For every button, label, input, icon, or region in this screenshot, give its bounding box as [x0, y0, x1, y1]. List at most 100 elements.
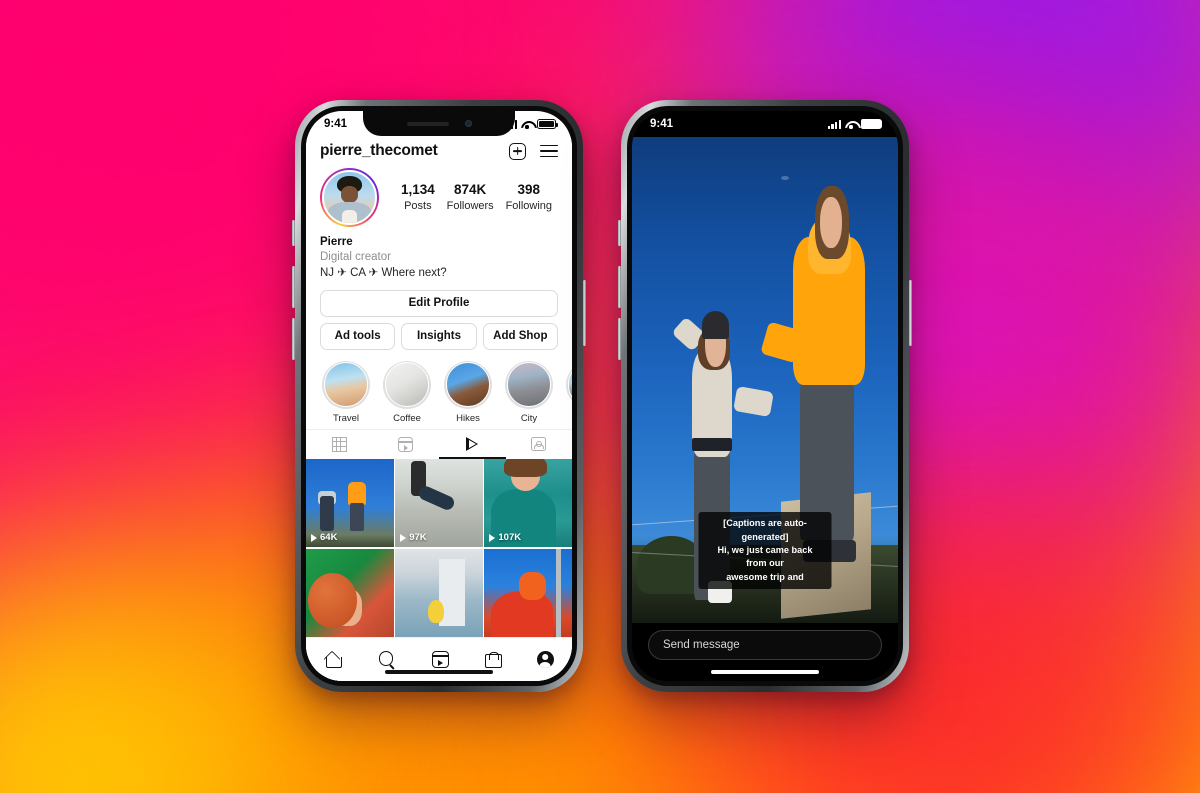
avatar[interactable] — [322, 170, 377, 225]
highlight-city[interactable]: City — [505, 360, 553, 424]
highlight-label: Pla — [566, 413, 572, 424]
profile-header: pierre_thecomet — [306, 137, 572, 168]
send-message-input[interactable]: Send message — [647, 630, 883, 660]
home-indicator[interactable] — [711, 670, 819, 674]
ad-tools-button[interactable]: Ad tools — [320, 322, 396, 350]
tagged-person-icon — [531, 437, 547, 452]
tab-igtv[interactable] — [439, 430, 506, 459]
status-time: 9:41 — [324, 118, 348, 130]
highlight-label: Coffee — [393, 412, 421, 424]
bottom-navigation-bar — [306, 637, 572, 681]
profile-action-buttons: Edit Profile Ad tools Insights Add Shop — [306, 281, 572, 350]
home-indicator[interactable] — [385, 670, 493, 674]
phone-a-volume-up-button[interactable] — [292, 266, 295, 308]
status-time: 9:41 — [650, 118, 674, 130]
grid-post[interactable]: 107K — [484, 458, 572, 548]
grid-post[interactable]: 64K — [306, 458, 394, 548]
highlight-label: Travel — [332, 412, 360, 424]
stat-followers[interactable]: 874K Followers — [447, 182, 494, 213]
plus-square-icon[interactable] — [509, 142, 526, 160]
profile-post-grid: 64K 97K 107K — [306, 458, 572, 637]
post-view-count: 97K — [409, 532, 427, 544]
bio-display-name: Pierre — [320, 236, 353, 248]
post-view-count-wrap: 107K — [489, 532, 521, 543]
grid-post[interactable] — [306, 548, 394, 637]
home-icon[interactable] — [324, 651, 343, 668]
avatar-story-ring[interactable] — [320, 168, 379, 227]
phone-b-status-bar: 9:41 — [632, 111, 898, 137]
phone-b-power-button[interactable] — [909, 280, 912, 346]
tab-reels[interactable] — [373, 430, 440, 459]
profile-content-tabs — [306, 428, 573, 459]
stat-posts-label: Posts — [404, 199, 432, 212]
post-view-count-wrap: 64K — [311, 532, 337, 543]
shop-bag-icon[interactable] — [485, 651, 503, 668]
stat-followers-label: Followers — [446, 199, 494, 212]
cellular-bars-icon — [827, 119, 841, 129]
reels-icon[interactable] — [431, 651, 449, 668]
post-view-count: 64K — [320, 532, 338, 544]
stat-following-label: Following — [505, 199, 553, 212]
earpiece-speaker-icon — [406, 121, 449, 126]
wifi-icon — [845, 120, 857, 129]
phone-b-screen: 9:41 [Captions are auto-generated] Hi, w… — [632, 111, 898, 681]
stat-posts[interactable]: 1,134 Posts — [401, 182, 435, 213]
grid-post[interactable]: 97K — [395, 458, 483, 548]
grid-post[interactable] — [484, 548, 572, 637]
profile-stats: 1,134 Posts 874K Followers 398 Following — [389, 182, 558, 213]
grid-icon — [331, 436, 347, 452]
battery-icon — [537, 119, 558, 129]
front-camera-icon — [464, 120, 472, 127]
play-icon — [489, 533, 496, 542]
phone-profile-mockup: 9:41 pierre_thecomet 1,134 Posts 874K Fo… — [292, 100, 586, 692]
stat-followers-value: 874K — [454, 181, 487, 197]
play-icon — [311, 533, 317, 542]
tab-tagged[interactable] — [506, 430, 573, 459]
stat-posts-value: 1,134 — [400, 181, 435, 197]
phone-b-mute-switch[interactable] — [618, 220, 621, 246]
stat-following[interactable]: 398 Following — [506, 182, 552, 213]
tab-grid[interactable] — [306, 430, 373, 459]
profile-avatar-icon[interactable] — [536, 651, 554, 668]
search-icon[interactable] — [378, 651, 396, 668]
phone-b-volume-down-button[interactable] — [618, 318, 621, 360]
profile-username: pierre_thecomet — [320, 142, 438, 159]
caption-line-1: [Captions are auto-generated] — [723, 518, 807, 542]
profile-summary: 1,134 Posts 874K Followers 398 Following — [306, 168, 572, 227]
background-gradient — [0, 0, 1200, 793]
phone-a-volume-down-button[interactable] — [292, 318, 295, 360]
insights-button[interactable]: Insights — [401, 322, 477, 350]
reels-icon — [398, 436, 414, 452]
sky-speck — [780, 175, 789, 180]
instagram-profile-app: pierre_thecomet 1,134 Posts 874K Followe… — [306, 137, 572, 681]
caption-line-2: Hi, we just came back from our — [717, 544, 813, 569]
phone-a-mute-switch[interactable] — [292, 220, 295, 246]
bio-text: NJ ✈ CA ✈ Where next? — [320, 266, 447, 279]
play-triangle-icon — [466, 437, 479, 452]
caption-line-3: awesome trip and — [726, 571, 804, 582]
post-view-count: 107K — [498, 532, 522, 544]
phone-a-screen: 9:41 pierre_thecomet 1,134 Posts 874K Fo… — [306, 111, 572, 681]
highlight-travel[interactable]: Travel — [322, 360, 370, 424]
highlight-coffee[interactable]: Coffee — [383, 360, 431, 424]
post-view-count-wrap: 97K — [400, 532, 427, 544]
phone-a-power-button[interactable] — [583, 280, 586, 346]
highlight-label: City — [520, 412, 538, 424]
battery-icon — [861, 119, 882, 129]
story-highlights-row[interactable]: Travel Coffee Hikes City — [306, 350, 572, 429]
reel-player[interactable]: [Captions are auto-generated] Hi, we jus… — [632, 137, 898, 681]
highlight-places[interactable]: Pla — [566, 360, 572, 424]
hamburger-menu-icon[interactable] — [540, 144, 558, 158]
highlight-label: Hikes — [456, 412, 480, 424]
grid-post[interactable] — [395, 548, 483, 637]
phone-b-volume-up-button[interactable] — [618, 266, 621, 308]
send-message-placeholder: Send message — [662, 639, 740, 651]
reel-video[interactable]: [Captions are auto-generated] Hi, we jus… — [632, 137, 898, 623]
add-shop-button[interactable]: Add Shop — [482, 322, 558, 350]
phone-a-notch — [363, 111, 515, 136]
wifi-icon — [521, 120, 533, 129]
auto-generated-captions: [Captions are auto-generated] Hi, we jus… — [698, 512, 832, 589]
bio-category: Digital creator — [320, 251, 391, 264]
edit-profile-button[interactable]: Edit Profile — [320, 289, 558, 317]
highlight-hikes[interactable]: Hikes — [444, 360, 492, 424]
